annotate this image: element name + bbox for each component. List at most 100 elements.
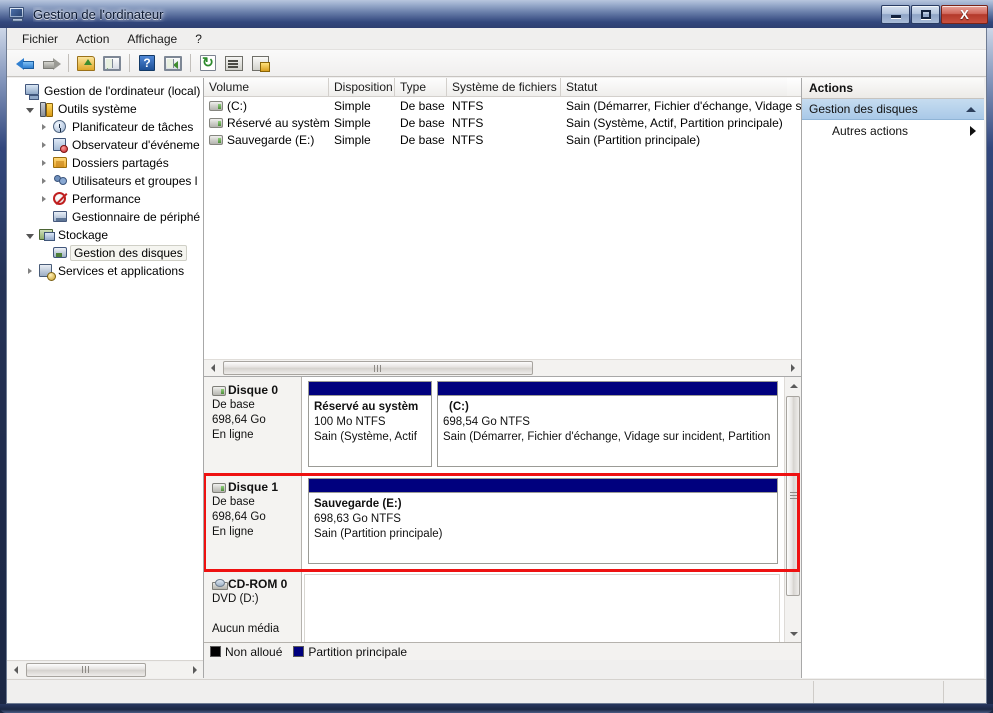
tree-item-label: Utilisateurs et groupes l [72, 174, 198, 188]
help-search-button[interactable] [247, 51, 273, 75]
partition-block[interactable]: (C:) 698,54 Go NTFS Sain (Démarrer, Fichie… [437, 381, 778, 468]
window-title: Gestion de l'ordinateur [33, 6, 164, 22]
chevron-right-icon[interactable] [37, 154, 51, 172]
column-header-type[interactable]: Type [395, 78, 447, 96]
clock-icon [51, 119, 69, 135]
tree-scroll-thumb[interactable] [26, 662, 146, 677]
tree-item-gestionnaire-de-p-riph[interactable]: Gestionnaire de périphé [7, 208, 203, 226]
tree-scroll-left-button[interactable] [7, 661, 24, 678]
volume-scroll-right-button[interactable] [784, 360, 801, 377]
legend-label: Partition principale [308, 644, 408, 659]
menu-affichage[interactable]: Affichage [118, 29, 186, 49]
disk-scroll-track[interactable] [785, 394, 801, 625]
close-button[interactable]: X [941, 4, 988, 24]
cell-text: (C:) [227, 98, 247, 113]
chevron-right-icon[interactable] [37, 136, 51, 154]
disk-name: CD-ROM 0 [228, 577, 288, 592]
show-action-pane-button[interactable] [160, 51, 186, 75]
chevron-right-icon[interactable] [37, 118, 51, 136]
disk-vertical-scrollbar[interactable] [784, 377, 801, 642]
disk-row-disque-0[interactable]: Disque 0 De base 698,64 Go En ligne Réservé … [204, 377, 784, 475]
column-header-syst-me-de-fichiers[interactable]: Système de fichiers [447, 78, 561, 96]
tree-item-dossiers-partag-s[interactable]: Dossiers partagés [7, 154, 203, 172]
volume-list-horizontal-scrollbar[interactable] [204, 359, 801, 377]
tree-item-utilisateurs-et-groupes-l[interactable]: Utilisateurs et groupes l [7, 172, 203, 190]
tree-item-outils-syst-me[interactable]: Outils système [7, 100, 203, 118]
export-list-icon [225, 55, 243, 71]
volume-scroll-track[interactable] [221, 360, 784, 377]
volume-scroll-left-button[interactable] [204, 360, 221, 377]
status-segment-3 [944, 681, 986, 703]
disk-row-cd-rom-0[interactable]: CD-ROM 0 DVD (D:) Aucun média [204, 571, 784, 642]
export-list-button[interactable] [221, 51, 247, 75]
partition-color-bar [438, 382, 777, 397]
tree-item-observateur-d-v-neme[interactable]: Observateur d'événeme [7, 136, 203, 154]
shared-folders-icon [51, 155, 69, 171]
empty-media-area[interactable] [304, 574, 780, 642]
tree-horizontal-scrollbar[interactable] [7, 660, 203, 678]
partition-color-bar [309, 479, 777, 494]
action-item-label: Autres actions [832, 124, 909, 138]
disk-info-panel[interactable]: Disque 0 De base 698,64 Go En ligne [204, 377, 302, 474]
refresh-button[interactable] [195, 51, 221, 75]
menu-help[interactable]: ? [186, 29, 211, 49]
back-icon [15, 56, 35, 71]
tree-item-stockage[interactable]: Stockage [7, 226, 203, 244]
users-icon [51, 173, 69, 189]
tree-scroll-track[interactable] [24, 661, 186, 678]
tree-item-services-et-applications[interactable]: Services et applications [7, 262, 203, 281]
table-row[interactable]: Réservé au système Simple De base NTFS Sain … [204, 114, 801, 131]
storage-icon [37, 227, 55, 243]
minimize-button[interactable] [881, 4, 910, 24]
disk-scroll-up-button[interactable] [785, 377, 801, 395]
cell-filesystem: NTFS [447, 133, 561, 147]
show-tree-pane-button[interactable] [99, 51, 125, 75]
action-item-more-actions[interactable]: Autres actions [802, 120, 984, 142]
disk-name: Disque 1 [228, 480, 279, 495]
chevron-right-icon[interactable] [37, 172, 51, 190]
volume-scroll-thumb[interactable] [223, 361, 533, 376]
disk-scroll-thumb[interactable] [786, 396, 800, 597]
cell-text: Simple [334, 132, 371, 147]
center-pane-bottom-spacer [204, 660, 801, 678]
back-button[interactable] [12, 51, 38, 75]
tree-item-label: Performance [72, 192, 141, 206]
partition-color-bar [309, 382, 431, 397]
action-group-disk-management[interactable]: Gestion des disques [802, 99, 984, 120]
chevron-right-icon[interactable] [37, 190, 51, 208]
column-header-statut[interactable]: Statut [561, 78, 787, 96]
chevron-right-icon[interactable] [23, 262, 37, 280]
disk-info-panel[interactable]: CD-ROM 0 DVD (D:) Aucun média [204, 571, 302, 642]
column-header-disposition[interactable]: Disposition [329, 78, 395, 96]
menu-action[interactable]: Action [67, 29, 118, 49]
partition-block[interactable]: Réservé au systèm 100 Mo NTFS Sain (Systèm… [308, 381, 432, 468]
partition-block[interactable]: Sauvegarde (E:) 698,63 Go NTFS Sain (Parti… [308, 478, 778, 565]
folder-up-button[interactable] [73, 51, 99, 75]
table-row[interactable]: Sauvegarde (E:) Simple De base NTFS Sain (Pa… [204, 131, 801, 148]
tree-item-gestion-des-disques[interactable]: Gestion des disques [7, 244, 203, 262]
forward-button[interactable] [38, 51, 64, 75]
table-row[interactable]: (C:) Simple De base NTFS Sain (Démarrer, Fic… [204, 97, 801, 114]
column-header-volume[interactable]: Volume [204, 78, 329, 96]
disk-scroll-down-button[interactable] [785, 625, 801, 642]
chevron-down-icon[interactable] [23, 100, 37, 118]
partition-name: (C:) [449, 401, 469, 414]
chevron-up-icon[interactable] [966, 106, 976, 112]
window-border-bottom [0, 704, 993, 713]
maximize-button[interactable] [911, 4, 940, 24]
disk-row-disque-1[interactable]: Disque 1 De base 698,64 Go En ligne Sauvegar… [204, 474, 784, 572]
title-bar[interactable]: Gestion de l'ordinateur X [0, 0, 993, 28]
tree-item-planificateur-de-t-ches[interactable]: Planificateur de tâches [7, 118, 203, 136]
main-panes: Gestion de l'ordinateur (local) Outils sy… [7, 78, 986, 678]
chevron-right-icon[interactable] [970, 126, 976, 136]
cell-text: De base [400, 132, 445, 147]
menu-fichier[interactable]: Fichier [13, 29, 67, 49]
chevron-down-icon[interactable] [23, 226, 37, 244]
tree-scroll-right-button[interactable] [186, 661, 203, 678]
tree-item-performance[interactable]: Performance [7, 190, 203, 208]
tree-item-gestion-de-l-ordinateur-local[interactable]: Gestion de l'ordinateur (local) [7, 82, 203, 100]
help-button[interactable]: ? [134, 51, 160, 75]
disk-info-panel[interactable]: Disque 1 De base 698,64 Go En ligne [204, 474, 302, 571]
toolbar-separator-2 [129, 54, 130, 72]
